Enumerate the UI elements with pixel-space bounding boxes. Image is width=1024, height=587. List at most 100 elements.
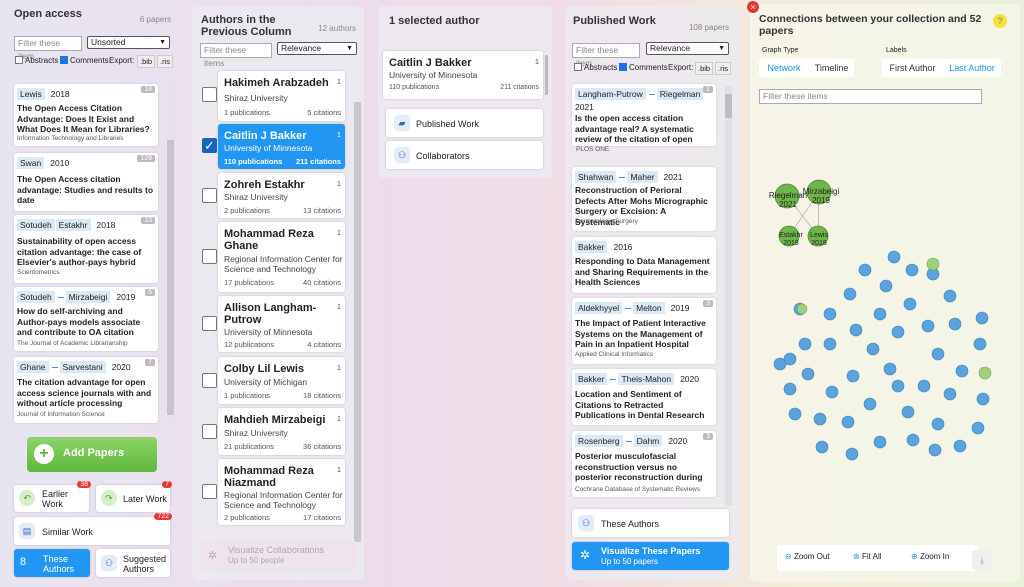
suggested-authors-button[interactable]: ⚇ Suggested Authors [96,549,170,577]
paper-card[interactable]: Bakker Theis-Mahon 2020 Location and Senti… [572,369,716,425]
scrollbar-thumb[interactable] [545,55,548,95]
these-authors-button[interactable]: 8 These Authors [14,549,90,577]
published-work-button[interactable]: ▰ Published Work [386,109,543,137]
author-card[interactable]: Mahdieh Mirzabeigi 1 Shiraz University 21 p… [218,408,345,455]
paper-source: The Journal of Academic Librarianship [17,340,128,347]
scrollbar-thumb[interactable] [725,94,732,118]
zoom-out-icon: ⊖ [785,552,792,561]
network-toggle[interactable]: Network [759,59,809,77]
paper-title: Sustainability of open access citation a… [17,236,142,267]
fit-icon: ⊛ [853,552,860,561]
export-ris-button[interactable]: .ris [715,62,731,75]
author-checkbox[interactable] [202,249,217,264]
paper-card[interactable]: Lewis 2018 18 The Open Access Citation Ad… [14,84,158,146]
graph-filter-input[interactable]: Filter these items [759,89,982,104]
sort-select[interactable]: Relevance ▼ [277,42,357,55]
sort-select[interactable]: Relevance ▼ [646,42,729,55]
comments-checkbox[interactable]: Comments [619,63,668,73]
people-icon: ⚇ [394,147,410,163]
author-checkbox[interactable] [202,87,217,102]
author-checkbox-checked[interactable]: ✓ [202,138,217,153]
export-bib-button[interactable]: .bib [137,55,156,68]
scrollbar[interactable] [725,86,732,506]
author-checkbox[interactable] [202,484,217,499]
citation-badge: 18 [141,86,155,93]
close-icon[interactable]: × [747,1,759,13]
author-checkbox[interactable] [202,188,217,203]
count-badge: 722 [154,513,172,520]
author-card-selected[interactable]: Caitlin J Bakker 1 University of Minnesota… [218,124,345,169]
author-card[interactable]: Colby Lil Lewis 1 University of Michigan 1 … [218,357,345,404]
node-label: Mirzabeigi 2019 [802,187,840,205]
later-arrow-icon: ↷ [101,490,117,506]
author-checkbox[interactable] [202,373,217,388]
filter-input[interactable]: Filter these items [200,43,272,68]
author-card[interactable]: Allison Langham-Putrow 1 University of Min… [218,296,345,352]
paper-card[interactable]: Ghane Sarvestani 2020 7 The citation advan… [14,357,158,423]
paper-card[interactable]: Langham-Putrow Riegelman 2 2021 Is the op… [572,84,716,146]
export-bib-button[interactable]: .bib [695,62,714,75]
author-count: 12 authors [318,24,356,33]
checkbox-checked-icon [60,56,68,64]
filter-input[interactable]: Filter these item [14,36,82,61]
paper-card[interactable]: Swan 2010 129 The Open Access citation ad… [14,153,158,211]
paper-card[interactable]: Rosenberg Dahm 2020 3 Posterior musculofas… [572,431,716,497]
paper-card[interactable]: Aldekhyyel Melton 2019 3 The Impact of Pat… [572,298,716,364]
citation-badge: 2 [703,86,713,93]
selected-author-card[interactable]: Caitlin J Bakker 1 University of Minnesot… [383,51,543,99]
author-checkbox[interactable] [202,424,217,439]
earlier-work-button[interactable]: ↶ Earlier Work 38 [14,481,91,512]
author-card[interactable]: Mohammad Reza Niazmand 1 Regional Informat… [218,459,345,525]
abstracts-checkbox[interactable]: Abstracts [15,56,58,66]
zoom-in-button[interactable]: ⊕ Zoom In [911,552,949,561]
network-graph[interactable] [750,164,1020,494]
citation-badge: 5 [145,289,155,296]
last-author-toggle[interactable]: Last Author [943,59,1001,77]
network-icon: ✲ [208,550,218,562]
timeline-toggle[interactable]: Timeline [809,59,854,77]
book-icon: ▰ [394,115,410,131]
first-author-toggle[interactable]: First Author [882,59,943,77]
checkbox-icon [574,63,582,71]
add-papers-button[interactable]: + Add Papers [27,437,157,472]
graph-title: Connections between your collection and … [759,13,982,37]
abstracts-checkbox[interactable]: Abstracts [574,63,617,73]
author-card[interactable]: Zohreh Estakhr 1 Shiraz University 2 public… [218,173,345,218]
citation-badge: 129 [137,155,155,162]
paper-card[interactable]: Shahwan Maher 2021 Reconstruction of Perio… [572,167,716,231]
chevron-down-icon: ▼ [346,45,353,52]
zoom-in-icon: ⊕ [911,552,918,561]
help-icon[interactable]: ? [993,14,1007,28]
author-card[interactable]: Mohammad Reza Ghane 1 Regional Information… [218,222,345,292]
paper-source: Scientometrics [17,269,60,276]
scrollbar-thumb[interactable] [167,140,174,415]
earlier-arrow-icon: ↶ [19,490,35,506]
sort-select[interactable]: Unsorted ▼ [87,36,170,49]
paper-title: The Open Access Citation Advantage: Does… [17,103,150,134]
paper-card[interactable]: Bakker 2016 Responding to Data Management… [572,237,716,293]
similar-work-button[interactable]: ▤ Similar Work 722 [14,513,172,545]
author-card[interactable]: Hakimeh Arabzadeh 1 Shiraz University 1 pub… [218,71,345,121]
author-checkbox[interactable] [202,316,217,331]
zoom-out-button[interactable]: ⊖ Zoom Out [785,552,830,561]
paper-card[interactable]: Sotudeh Mirzabeigi 2019 5 How do self-arch… [14,287,158,351]
fit-all-button[interactable]: ⊛ Fit All [853,552,882,561]
visualize-papers-button[interactable]: ✲ Visualize These Papers Up to 50 papers [572,542,729,570]
sort-value: Unsorted [91,37,126,47]
collaborators-button[interactable]: ⚇ Collaborators [386,141,543,169]
small-nodes [773,250,990,461]
later-work-button[interactable]: ↷ Later Work 7 [96,481,172,512]
comments-checkbox[interactable]: Comments [60,56,109,66]
download-button[interactable]: ⤓ [972,550,992,570]
labels-label: Labels [886,47,907,54]
paper-card[interactable]: Sotudeh Estakhr 2018 13 Sustainability of … [14,215,158,283]
scrollbar-thumb[interactable] [354,102,361,542]
citation-badge: 3 [703,300,713,307]
people-icon: 8 [20,556,27,568]
these-authors-button[interactable]: ⚇ These Authors [572,509,729,537]
visualize-collaborations-button[interactable]: ✲ Visualize Collaborations Up to 50 peop… [199,541,357,571]
count-badge: 38 [77,481,91,488]
export-ris-button[interactable]: .ris [157,55,173,68]
graph-type-label: Graph Type [762,47,799,54]
filter-input[interactable]: Filter these item [572,43,640,68]
